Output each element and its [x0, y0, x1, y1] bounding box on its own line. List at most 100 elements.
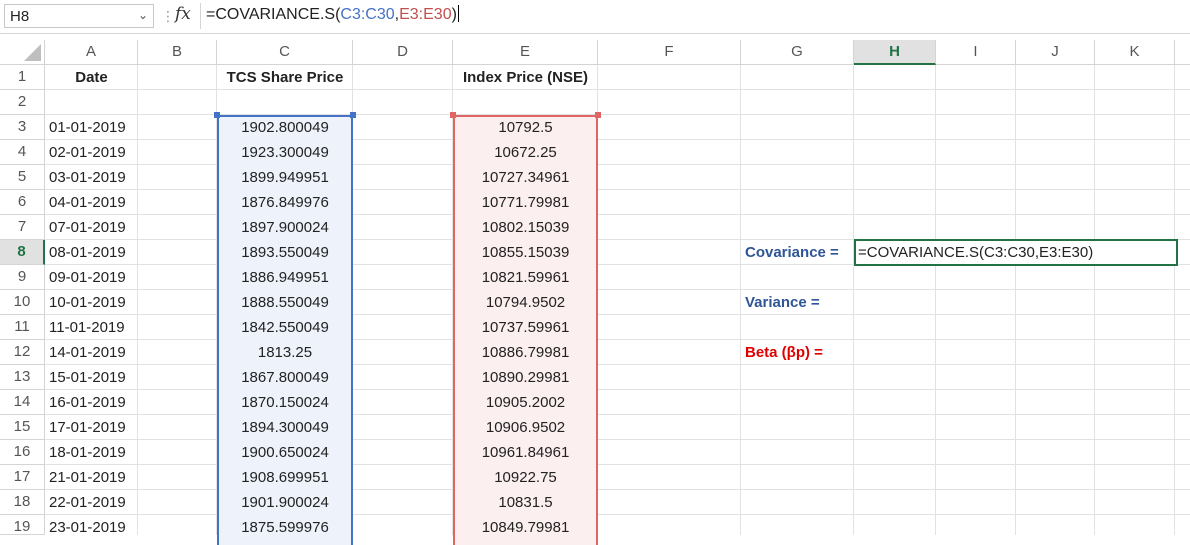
formula-prefix: =COVARIANCE.S(: [206, 6, 341, 23]
index-price-cell[interactable]: 10831.5: [453, 490, 598, 515]
column-headers: A B C D E F G H I J K: [0, 40, 1190, 65]
tcs-price-cell[interactable]: 1876.849976: [217, 190, 353, 215]
index-price-cell[interactable]: 10905.2002: [453, 390, 598, 415]
index-price-cell[interactable]: 10821.59961: [453, 265, 598, 290]
date-cell[interactable]: 10-01-2019: [45, 290, 138, 315]
tcs-price-cell[interactable]: 1888.550049: [217, 290, 353, 315]
date-cell[interactable]: 08-01-2019: [45, 240, 138, 265]
date-cell[interactable]: 23-01-2019: [45, 515, 138, 536]
index-price-cell[interactable]: 10792.5: [453, 115, 598, 140]
text-caret: [457, 5, 459, 22]
date-cell[interactable]: 03-01-2019: [45, 165, 138, 190]
index-price-cell[interactable]: 10737.59961: [453, 315, 598, 340]
date-cell[interactable]: 02-01-2019: [45, 140, 138, 165]
date-cell[interactable]: 01-01-2019: [45, 115, 138, 140]
row-header-11[interactable]: 11: [0, 315, 45, 340]
column-header-b[interactable]: B: [138, 40, 217, 65]
row-header-16[interactable]: 16: [0, 440, 45, 465]
row-header-6[interactable]: 6: [0, 190, 45, 215]
formula-input[interactable]: =COVARIANCE.S(C3:C30,E3:E30): [206, 5, 459, 24]
row-header-7[interactable]: 7: [0, 215, 45, 240]
tcs-price-cell[interactable]: 1894.300049: [217, 415, 353, 440]
index-price-cell[interactable]: 10886.79981: [453, 340, 598, 365]
row-header-1[interactable]: 1: [0, 65, 45, 90]
insert-function-icon[interactable]: fx: [175, 4, 191, 24]
tcs-price-cell[interactable]: 1902.800049: [217, 115, 353, 140]
column-header-overflow: [1175, 40, 1190, 65]
index-price-cell[interactable]: 10906.9502: [453, 415, 598, 440]
tcs-price-cell[interactable]: 1899.949951: [217, 165, 353, 190]
tcs-price-cell[interactable]: 1908.699951: [217, 465, 353, 490]
index-price-cell[interactable]: 10771.79981: [453, 190, 598, 215]
date-cell[interactable]: 16-01-2019: [45, 390, 138, 415]
column-header-k[interactable]: K: [1095, 40, 1175, 65]
row-header-2[interactable]: 2: [0, 90, 45, 115]
column-header-c[interactable]: C: [217, 40, 353, 65]
date-cell[interactable]: 09-01-2019: [45, 265, 138, 290]
date-cell[interactable]: 11-01-2019: [45, 315, 138, 340]
tcs-price-cell[interactable]: 1900.650024: [217, 440, 353, 465]
tcs-price-cell[interactable]: 1875.599976: [217, 515, 353, 536]
column-header-g[interactable]: G: [741, 40, 854, 65]
row-header-8[interactable]: 8: [0, 240, 45, 265]
gridline: [935, 65, 936, 535]
column-header-f[interactable]: F: [598, 40, 741, 65]
date-cell[interactable]: 04-01-2019: [45, 190, 138, 215]
covariance-label[interactable]: Covariance =: [741, 240, 854, 265]
date-cell[interactable]: 07-01-2019: [45, 215, 138, 240]
variance-label[interactable]: Variance =: [741, 290, 854, 315]
row-header-14[interactable]: 14: [0, 390, 45, 415]
column-header-j[interactable]: J: [1016, 40, 1095, 65]
formula-bar-divider: [200, 3, 201, 29]
tcs-price-cell[interactable]: 1842.550049: [217, 315, 353, 340]
column-header-h[interactable]: H: [854, 40, 936, 65]
index-price-cell[interactable]: 10849.79981: [453, 515, 598, 536]
row-header-15[interactable]: 15: [0, 415, 45, 440]
tcs-price-cell[interactable]: 1893.550049: [217, 240, 353, 265]
tcs-price-cell[interactable]: 1886.949951: [217, 265, 353, 290]
index-price-cell[interactable]: 10855.15039: [453, 240, 598, 265]
column-header-d[interactable]: D: [353, 40, 453, 65]
select-all-triangle-icon: [24, 44, 41, 61]
date-cell[interactable]: 18-01-2019: [45, 440, 138, 465]
date-cell[interactable]: 15-01-2019: [45, 365, 138, 390]
row-header-3[interactable]: 3: [0, 115, 45, 140]
row-header-17[interactable]: 17: [0, 465, 45, 490]
column-header-i[interactable]: I: [936, 40, 1016, 65]
index-price-cell[interactable]: 10961.84961: [453, 440, 598, 465]
formula-ref-2: E3:E30: [399, 6, 452, 23]
row-header-18[interactable]: 18: [0, 490, 45, 515]
tcs-price-cell[interactable]: 1901.900024: [217, 490, 353, 515]
index-price-cell[interactable]: 10890.29981: [453, 365, 598, 390]
name-box[interactable]: H8 ⌄: [4, 4, 154, 28]
active-cell-formula[interactable]: =COVARIANCE.S(C3:C30,E3:E30): [858, 240, 1093, 265]
tcs-price-cell[interactable]: 1870.150024: [217, 390, 353, 415]
row-header-10[interactable]: 10: [0, 290, 45, 315]
row-header-12[interactable]: 12: [0, 340, 45, 365]
chevron-down-icon[interactable]: ⌄: [138, 8, 148, 22]
index-price-cell[interactable]: 10672.25: [453, 140, 598, 165]
date-cell[interactable]: 14-01-2019: [45, 340, 138, 365]
index-price-cell[interactable]: 10802.15039: [453, 215, 598, 240]
date-cell[interactable]: 17-01-2019: [45, 415, 138, 440]
row-header-19[interactable]: 19: [0, 515, 45, 535]
select-all-button[interactable]: [0, 40, 45, 65]
column-header-e[interactable]: E: [453, 40, 598, 65]
index-price-cell[interactable]: 10922.75: [453, 465, 598, 490]
index-price-cell[interactable]: 10794.9502: [453, 290, 598, 315]
column-header-a[interactable]: A: [45, 40, 138, 65]
tcs-price-cell[interactable]: 1923.300049: [217, 140, 353, 165]
tcs-price-cell[interactable]: 1867.800049: [217, 365, 353, 390]
tcs-price-cell[interactable]: 1813.25: [217, 340, 353, 365]
date-cell[interactable]: 21-01-2019: [45, 465, 138, 490]
date-cell[interactable]: 22-01-2019: [45, 490, 138, 515]
gridline: [1174, 65, 1175, 535]
beta-label[interactable]: Beta (βp) =: [741, 340, 854, 365]
row-header-5[interactable]: 5: [0, 165, 45, 190]
tcs-price-cell[interactable]: 1897.900024: [217, 215, 353, 240]
header-index-price: Index Price (NSE): [462, 69, 589, 86]
row-header-4[interactable]: 4: [0, 140, 45, 165]
index-price-cell[interactable]: 10727.34961: [453, 165, 598, 190]
row-header-13[interactable]: 13: [0, 365, 45, 390]
row-header-9[interactable]: 9: [0, 265, 45, 290]
